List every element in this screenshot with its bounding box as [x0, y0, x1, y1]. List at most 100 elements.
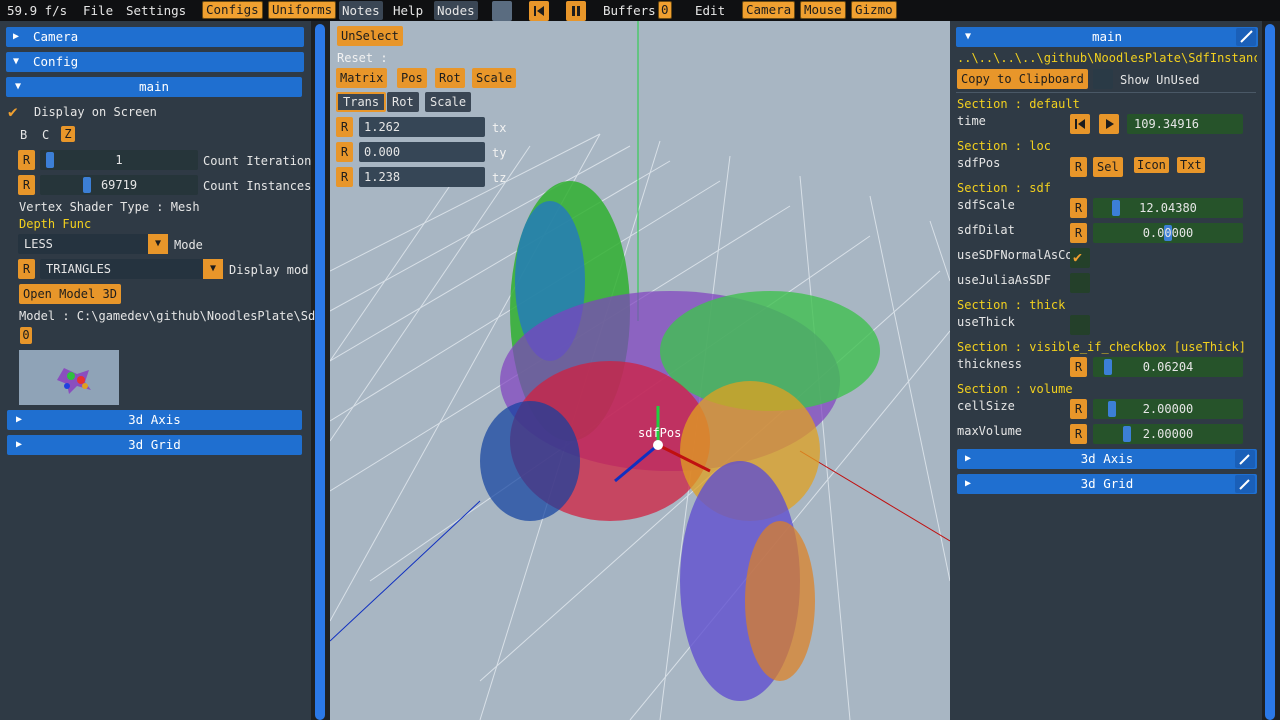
reset-tz-button[interactable]: R	[336, 167, 353, 187]
show-unused-checkbox[interactable]	[1093, 69, 1113, 89]
config-header[interactable]: ▼ Config	[6, 52, 304, 72]
sdfdilat-slider[interactable]: 0.00000	[1093, 223, 1243, 243]
count-instances-slider[interactable]: 69719	[40, 175, 198, 195]
reset-maxvolume-button[interactable]: R	[1070, 424, 1087, 444]
display-mode-label: Display mod	[229, 263, 309, 277]
3d-viewport[interactable]: UnSelect Reset : Matrix Pos Rot Scale Tr…	[330, 21, 950, 720]
camera-header[interactable]: ▶ Camera	[6, 27, 304, 47]
sel-button[interactable]: Sel	[1093, 157, 1123, 177]
txt-button[interactable]: Txt	[1177, 157, 1205, 173]
reset-display-mode-button[interactable]: R	[18, 259, 35, 279]
use-thick-checkbox[interactable]	[1070, 315, 1090, 335]
right-main-header[interactable]: ▼ main	[956, 27, 1258, 47]
reset-sdfscale-button[interactable]: R	[1070, 198, 1087, 218]
fps-counter: 59.9 f/s	[7, 3, 68, 18]
reset-count-iteration-button[interactable]: R	[18, 150, 35, 170]
count-iteration-slider[interactable]: 1	[40, 150, 198, 170]
edit-icon[interactable]	[1235, 475, 1255, 493]
left-3d-axis-header[interactable]: ▶ 3d Axis	[7, 410, 302, 430]
time-input[interactable]: 109.34916	[1127, 114, 1243, 134]
depth-func-combo[interactable]: LESS ▼	[18, 234, 168, 254]
pause-icon	[572, 6, 580, 16]
sdfscale-slider[interactable]: 12.04380	[1093, 198, 1243, 218]
sdfpos-gizmo-label: sdfPos	[638, 426, 682, 440]
left-scrollbar[interactable]	[315, 24, 325, 720]
toggle-z[interactable]: Z	[61, 126, 75, 142]
toggle-b[interactable]: B	[20, 128, 27, 142]
tz-label: tz	[492, 171, 507, 185]
dropdown-arrow-icon[interactable]: ▼	[148, 234, 168, 254]
maxvolume-label: maxVolume	[957, 424, 1023, 438]
reset-thickness-button[interactable]: R	[1070, 357, 1087, 377]
mode-trans-button[interactable]: Trans	[336, 92, 387, 112]
reset-matrix-button[interactable]: Matrix	[336, 68, 388, 88]
tx-input[interactable]: 1.262	[359, 117, 485, 137]
count-iteration-label: Count Iteration	[203, 154, 312, 168]
cellsize-slider[interactable]: 2.00000	[1093, 399, 1243, 419]
icon-button[interactable]: Icon	[1134, 157, 1169, 173]
reset-ty-button[interactable]: R	[336, 142, 353, 162]
menu-camera[interactable]: Camera	[742, 1, 796, 19]
dropdown-arrow-icon[interactable]: ▼	[203, 259, 223, 279]
show-unused-label: Show UnUsed	[1120, 73, 1200, 87]
menu-help[interactable]: Help	[390, 1, 426, 20]
thickness-slider[interactable]: 0.06204	[1093, 357, 1243, 377]
use-julia-checkbox[interactable]	[1070, 273, 1090, 293]
ty-label: ty	[492, 146, 507, 160]
section-visible-if: Section : visible_if_checkbox [useThick]	[957, 340, 1246, 354]
ty-input[interactable]: 0.000	[359, 142, 485, 162]
edit-icon[interactable]	[1235, 450, 1255, 468]
edit-icon[interactable]	[1236, 28, 1256, 46]
skip-back-icon	[1075, 119, 1085, 129]
expand-icon: ▶	[13, 31, 20, 42]
menu-bar: 59.9 f/s File Settings Configs Uniforms …	[0, 0, 1280, 21]
left-3d-grid-header[interactable]: ▶ 3d Grid	[7, 435, 302, 455]
open-model-3d-button[interactable]: Open Model 3D	[19, 284, 121, 304]
pause-button[interactable]	[566, 1, 586, 21]
copy-to-clipboard-button[interactable]: Copy to Clipboard	[957, 69, 1088, 89]
reset-pos-button[interactable]: Pos	[397, 68, 427, 88]
reset-tx-button[interactable]: R	[336, 117, 353, 137]
mode-scale-button[interactable]: Scale	[425, 92, 472, 112]
main-header[interactable]: ▼ main	[6, 77, 302, 97]
buffers-count[interactable]: 0	[658, 1, 672, 19]
model-index[interactable]: 0	[20, 327, 32, 344]
reset-sdfpos-button[interactable]: R	[1070, 157, 1087, 177]
reset-count-instances-button[interactable]: R	[18, 175, 35, 195]
use-sdf-normal-checkbox[interactable]: ✔	[1070, 248, 1090, 268]
menu-settings[interactable]: Settings	[123, 1, 189, 20]
reset-sdfdilat-button[interactable]: R	[1070, 223, 1087, 243]
menu-file[interactable]: File	[80, 1, 116, 20]
toggle-c[interactable]: C	[42, 128, 49, 142]
menu-edit[interactable]: Edit	[692, 1, 728, 20]
right-3d-axis-header[interactable]: ▶ 3d Axis	[957, 449, 1257, 469]
use-thick-label: useThick	[957, 315, 1015, 329]
reset-rot-button[interactable]: Rot	[435, 68, 465, 88]
checkmark-icon[interactable]: ✔	[8, 104, 18, 120]
mode-rot-button[interactable]: Rot	[387, 92, 419, 112]
gizmo-center[interactable]	[653, 440, 663, 450]
reset-cellsize-button[interactable]: R	[1070, 399, 1087, 419]
display-mode-combo[interactable]: TRIANGLES ▼	[40, 259, 223, 279]
reset-scale-button[interactable]: Scale	[472, 68, 517, 88]
menu-configs[interactable]: Configs	[202, 1, 263, 19]
checkmark-icon: ✔	[1073, 248, 1083, 266]
section-thick: Section : thick	[957, 298, 1066, 312]
unselect-button[interactable]: UnSelect	[337, 26, 403, 46]
time-reset-button[interactable]	[1070, 114, 1090, 134]
color-swatch-button[interactable]	[492, 1, 512, 21]
skip-back-button[interactable]	[529, 1, 549, 21]
menu-notes[interactable]: Notes	[339, 1, 383, 20]
menu-nodes[interactable]: Nodes	[434, 1, 478, 20]
time-play-button[interactable]	[1099, 114, 1119, 134]
mode-label: Mode	[174, 238, 203, 252]
tz-input[interactable]: 1.238	[359, 167, 485, 187]
display-on-screen-label: Display on Screen	[34, 105, 157, 119]
use-julia-label: useJuliaAsSDF	[957, 273, 1051, 287]
menu-mouse[interactable]: Mouse	[800, 1, 846, 19]
menu-gizmo[interactable]: Gizmo	[851, 1, 897, 19]
right-3d-grid-header[interactable]: ▶ 3d Grid	[957, 474, 1257, 494]
menu-uniforms[interactable]: Uniforms	[268, 1, 337, 19]
maxvolume-slider[interactable]: 2.00000	[1093, 424, 1243, 444]
right-scrollbar[interactable]	[1265, 24, 1275, 720]
